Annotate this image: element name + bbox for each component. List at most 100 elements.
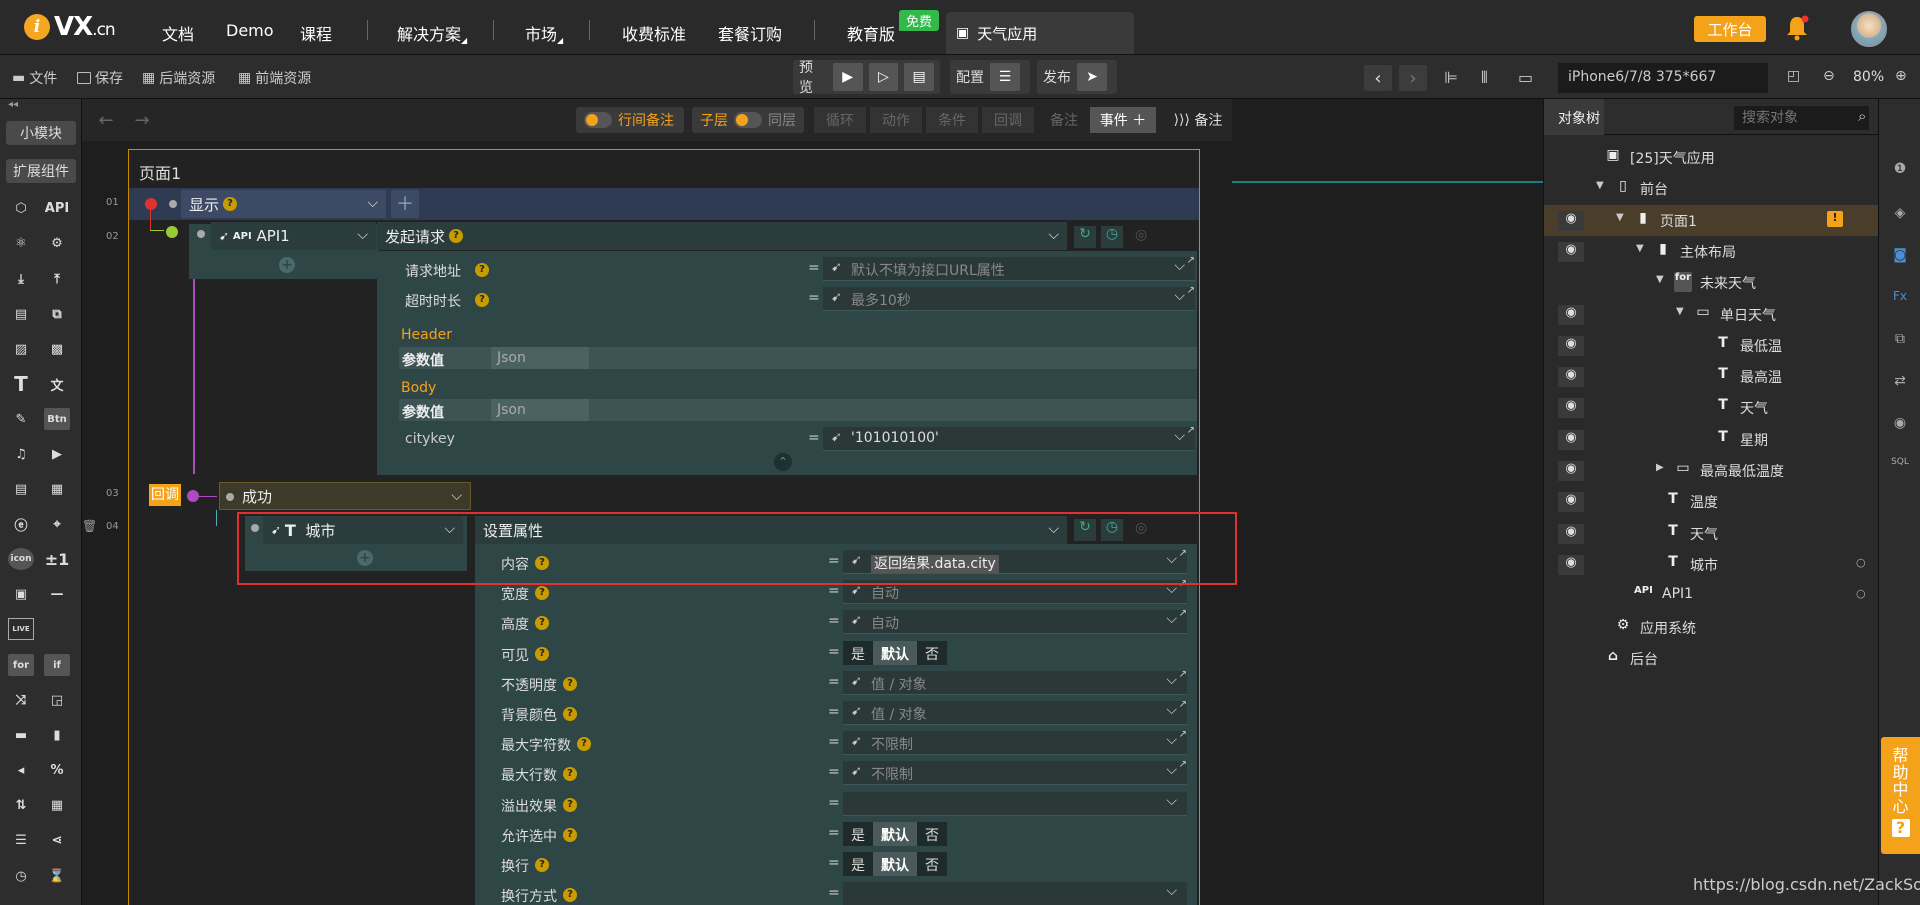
play-button[interactable]: ▶ [832, 63, 863, 91]
timer-icon[interactable]: ◷ [8, 865, 34, 887]
edit-icon[interactable]: ✎ [8, 408, 34, 430]
nav-education[interactable]: 教育版 [847, 21, 895, 45]
property-value-field[interactable]: ➹ 值 / 对象 ⌵ ↗ [843, 669, 1187, 695]
file-menu[interactable]: ▬ 文件 [12, 68, 57, 88]
eye-icon[interactable]: ◉ [1558, 492, 1584, 513]
eye-icon[interactable]: ◉ [1558, 241, 1584, 262]
success-callback-select[interactable]: 成功 ⌵ [219, 482, 471, 510]
frontend-resource-button[interactable]: ▦ 前端资源 [238, 68, 311, 88]
function-icon[interactable]: Fx [1890, 289, 1910, 309]
eye-icon[interactable]: ◉ [1558, 304, 1584, 325]
layout-icon[interactable]: ▤ [8, 303, 34, 325]
tree-icon[interactable]: ☰ [8, 829, 34, 851]
pk-icon[interactable]: ◂ [8, 759, 34, 781]
column-layout-icon[interactable]: ▮ [44, 724, 70, 746]
request-url-field[interactable]: ➹ 默认不填为接口URL属性 ⌵ ↗ [823, 255, 1195, 281]
property-value-field[interactable]: ➹ 自动 ⌵ ↗ [843, 608, 1187, 635]
loop-button[interactable]: 循环 [814, 107, 866, 133]
tree-node[interactable]: ▼ for 未来天气 [1544, 267, 1874, 298]
window-icon[interactable]: ◲ [44, 689, 70, 711]
config-sliders-button[interactable]: ☰ [990, 63, 1020, 91]
json-toggle[interactable]: Json [491, 347, 589, 369]
default-option[interactable]: 默认 [873, 640, 917, 665]
divider-icon[interactable]: — [44, 583, 70, 605]
note-button[interactable]: 备注 [1038, 107, 1090, 133]
extensions-button[interactable]: 扩展组件 [6, 159, 76, 183]
api-action-select[interactable]: 发起请求? ⌵ [377, 222, 1067, 250]
add-child-icon[interactable]: + [279, 257, 295, 273]
percent-icon[interactable]: % [44, 759, 70, 781]
redo-arrow-icon[interactable]: › [1399, 65, 1427, 91]
line-note-toggle[interactable]: 行间备注 [576, 107, 684, 133]
nav-docs[interactable]: 文档 [162, 21, 194, 45]
text-icon[interactable]: T [8, 372, 34, 396]
collapse-icon[interactable]: ◂◂ [8, 99, 18, 110]
network-icon[interactable]: ⚛ [8, 232, 34, 254]
for-loop-icon[interactable]: for [8, 654, 34, 676]
backend-resource-button[interactable]: ▦ 后端资源 [142, 68, 215, 88]
table-icon[interactable]: ▦ [44, 794, 70, 816]
yes-option[interactable]: 是 [843, 852, 873, 876]
tree-node[interactable]: ◉ T 最低温 [1544, 330, 1874, 361]
eye-icon[interactable]: ◉ [1558, 461, 1584, 481]
undo-arrow-icon[interactable]: ‹ [1364, 65, 1392, 91]
event-add-button[interactable]: 事件 ＋ [1090, 107, 1156, 133]
tree-node[interactable]: ◉ ▼ ▮ 页面1! [1544, 204, 1879, 236]
align-center-icon[interactable]: ⫴ [1481, 68, 1488, 88]
add-action-button[interactable]: ＋ [391, 190, 419, 218]
api-target-select[interactable]: ➹ API API1 ⌵ [211, 222, 376, 250]
eye-icon[interactable]: ◉ [1558, 210, 1584, 231]
workbench-button[interactable]: 工作台 [1694, 16, 1766, 42]
icon-component-icon[interactable]: icon [8, 548, 34, 570]
location-icon[interactable]: ⌖ [44, 513, 70, 535]
if-icon[interactable]: if [44, 654, 70, 676]
device-icon[interactable]: ▭ [1518, 68, 1533, 87]
remove-dot[interactable] [145, 198, 157, 210]
cube-icon[interactable]: ⬡ [8, 197, 34, 219]
nav-pricing[interactable]: 收费标准 [622, 21, 686, 45]
expand-toggle-icon[interactable]: ▶ [1656, 462, 1664, 473]
forward-arrow-icon[interactable]: → [128, 107, 156, 133]
yes-default-no-toggle[interactable]: 是默认否 [843, 852, 947, 876]
nav-market[interactable]: 市场◢ [525, 21, 563, 45]
tree-node[interactable]: ◉ ▼ ▮ 主体布局 [1544, 236, 1874, 267]
expand-toggle-icon[interactable]: ▼ [1596, 180, 1604, 191]
yes-default-no-toggle[interactable]: 是默认否 [843, 640, 947, 665]
property-select[interactable]: ⌵ [843, 882, 1187, 905]
yes-option[interactable]: 是 [843, 641, 873, 665]
no-option[interactable]: 否 [917, 641, 947, 665]
screenshot-icon[interactable]: ◰ [1787, 68, 1800, 84]
tree-node[interactable]: ◉ T 城市 ○ [1544, 549, 1874, 580]
search-icon[interactable]: ⌕ [1858, 107, 1866, 125]
shuffle-icon[interactable]: ⤨ [8, 689, 34, 711]
action-button[interactable]: 动作 [870, 107, 922, 133]
qrcode-icon[interactable]: ▣ [8, 583, 34, 605]
clock-icon[interactable]: ◷ [1101, 226, 1123, 248]
form-icon[interactable]: ▦ [44, 478, 70, 500]
swap-icon[interactable]: ⇄ [1890, 373, 1910, 393]
button-icon[interactable]: Btn [44, 408, 70, 430]
sql-icon[interactable]: SQL [1890, 457, 1910, 477]
property-value-field[interactable]: ➹ 不限制 ⌵ ↗ [843, 759, 1187, 786]
yes-option[interactable]: 是 [843, 822, 873, 846]
callback-button[interactable]: 回调 [982, 107, 1034, 133]
eye-icon[interactable]: ◉ [1558, 429, 1584, 450]
back-arrow-icon[interactable]: ← [92, 107, 120, 133]
textarea-icon[interactable]: ▤ [8, 478, 34, 500]
live-icon[interactable]: LIVE [8, 618, 34, 640]
json-toggle[interactable]: Json [491, 399, 589, 421]
eye-icon[interactable]: ◉ [1558, 554, 1584, 575]
bell-icon[interactable] [1784, 14, 1810, 42]
no-option[interactable]: 否 [917, 852, 947, 876]
property-value-field[interactable]: ➹ 值 / 对象 ⌵ ↗ [843, 699, 1187, 725]
publish-send-button[interactable]: ➤ [1077, 63, 1107, 91]
tree-node[interactable]: ◉ ▼ ▭ 单日天气 [1544, 299, 1874, 330]
step-play-button[interactable]: ▷ [868, 63, 899, 91]
hourglass-icon[interactable]: ⌛ [44, 865, 70, 887]
tree-node[interactable]: ◉ T 天气 [1544, 392, 1874, 423]
record-icon[interactable]: ◉ [1890, 415, 1910, 435]
translate-icon[interactable]: 文 [44, 373, 70, 395]
tree-node[interactable]: ◉ T 温度 [1544, 486, 1874, 517]
eye-icon[interactable]: ◉ [1558, 398, 1584, 419]
qr-preview-button[interactable]: ▤ [904, 63, 935, 91]
